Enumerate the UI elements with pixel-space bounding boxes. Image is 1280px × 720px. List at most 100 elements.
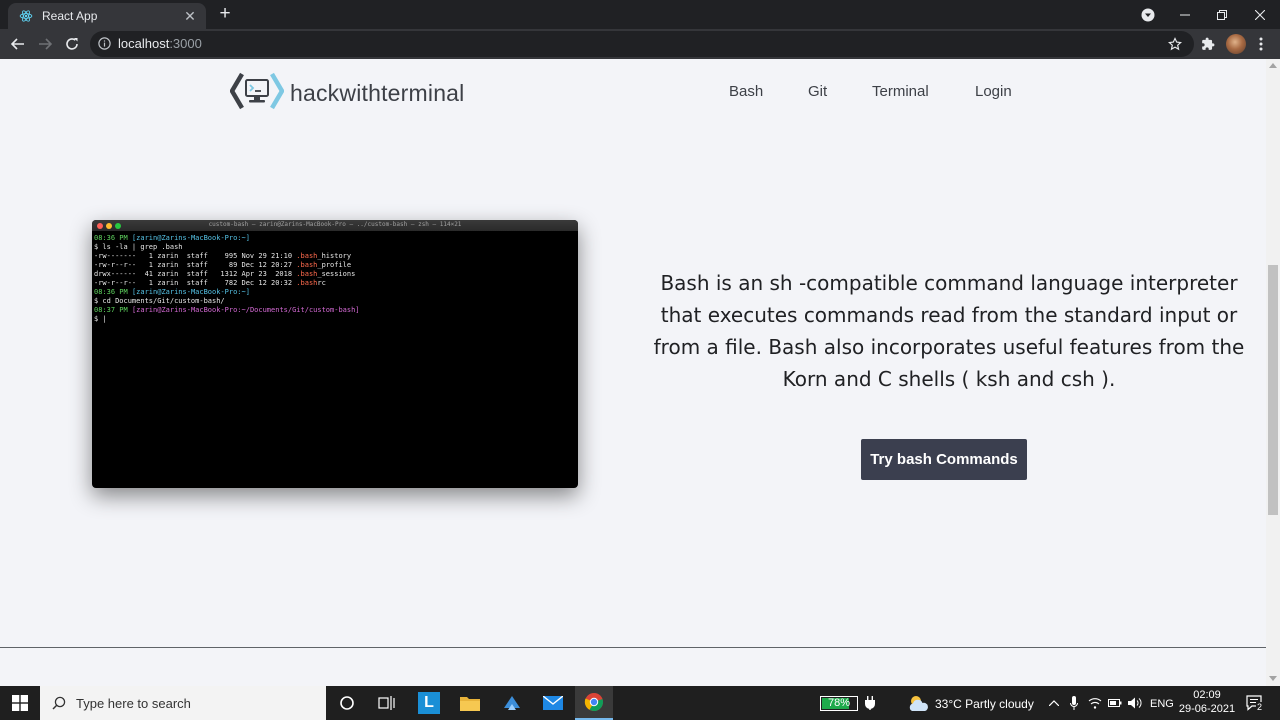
app-l-label: L [418, 692, 440, 714]
terminal-line: $ | [94, 315, 576, 324]
terminal-line: drwx------ 41 zarin staff 1312 Apr 23 20… [94, 270, 576, 279]
reload-icon[interactable] [62, 34, 82, 54]
tab-close-icon[interactable]: ✕ [182, 8, 198, 25]
browser-toolbar: localhost:3000 [0, 29, 1280, 59]
volume-icon[interactable] [1126, 686, 1144, 720]
terminal-segment: [zarin@Zarins-MacBook-Pro:~] [131, 234, 250, 242]
restore-icon[interactable] [1209, 0, 1235, 29]
terminal-segment: _sessions [317, 270, 356, 278]
nav-link-login[interactable]: Login [975, 83, 1012, 100]
search-icon [52, 696, 66, 710]
terminal-segment: _history [317, 252, 352, 260]
try-bash-commands-button[interactable]: Try bash Commands [861, 439, 1027, 480]
file-explorer-icon[interactable] [455, 686, 485, 720]
browser-profile-menu-icon[interactable] [1137, 0, 1159, 29]
site-info-icon[interactable] [98, 37, 111, 55]
mail-icon[interactable] [538, 686, 568, 720]
browser-tab[interactable]: React App ✕ [8, 3, 206, 29]
terminal-segment: [zarin@Zarins-MacBook-Pro:~] [131, 288, 250, 296]
terminal-segment: -rw------- 1 zarin staff 995 Nov 29 21:1… [94, 252, 297, 260]
terminal-line: 08:36 PM [zarin@Zarins-MacBook-Pro:~] [94, 234, 576, 243]
footer-divider [0, 647, 1266, 648]
terminal-line: 08:36 PM [zarin@Zarins-MacBook-Pro:~] [94, 288, 576, 297]
terminal-logo-icon [229, 71, 285, 116]
page-scrollbar[interactable] [1266, 59, 1280, 686]
terminal-segment: 08:36 PM [94, 234, 132, 242]
weather-text[interactable]: 33°C Partly cloudy [935, 697, 1034, 711]
nav-link-git[interactable]: Git [808, 83, 827, 100]
app-blue-icon[interactable] [497, 686, 527, 720]
app-l-icon[interactable]: L [414, 686, 444, 720]
terminal-line: 08:37 PM [zarin@Zarins-MacBook-Pro:~/Doc… [94, 306, 576, 315]
clock-date: 29-06-2021 [1178, 703, 1236, 715]
url-port: :3000 [169, 36, 202, 51]
site-logo[interactable]: hackwithterminal [229, 71, 465, 116]
battery-tray-icon[interactable] [1106, 686, 1124, 720]
terminal-output: 08:36 PM [zarin@Zarins-MacBook-Pro:~] $ l… [92, 231, 578, 327]
extensions-puzzle-icon[interactable] [1198, 34, 1218, 54]
charging-plug-icon [862, 686, 878, 720]
terminal-line: -rw-r--r-- 1 zarin staff 89 Dec 12 20:27… [94, 261, 576, 270]
terminal-segment: 08:36 PM [94, 288, 132, 296]
terminal-line: -rw-r--r-- 1 zarin staff 782 Dec 12 20:3… [94, 279, 576, 288]
page-content: hackwithterminal Bash Git Terminal Login… [0, 59, 1266, 686]
new-tab-icon[interactable]: + [214, 4, 236, 26]
microphone-icon[interactable] [1066, 686, 1082, 720]
scroll-down-arrow-icon[interactable] [1269, 676, 1277, 681]
forward-arrow-icon[interactable] [35, 34, 55, 54]
terminal-segment: .bash [296, 252, 318, 260]
battery-percent: 78% [827, 697, 851, 709]
cortana-icon[interactable] [332, 686, 362, 720]
battery-indicator[interactable]: 78% [820, 696, 858, 711]
terminal-segment: drwx------ 41 zarin staff 1312 Apr 23 20… [94, 270, 297, 278]
bash-description: Bash is an sh -compatible command langua… [653, 271, 1245, 391]
windows-start-icon[interactable] [0, 686, 40, 720]
chrome-taskbar-icon[interactable] [575, 686, 613, 720]
logo-text: hackwithterminal [290, 80, 465, 106]
taskbar-search-box[interactable]: Type here to search [40, 686, 326, 720]
back-arrow-icon[interactable] [8, 34, 28, 54]
scroll-up-arrow-icon[interactable] [1269, 63, 1277, 68]
terminal-segment: .bash [296, 279, 318, 287]
terminal-segment: $ ls -la | grep .bash [94, 243, 183, 251]
window-close-icon[interactable] [1247, 0, 1273, 29]
terminal-segment: rc [317, 279, 326, 287]
task-view-icon[interactable] [372, 686, 402, 720]
show-hidden-icons-chevron-icon[interactable] [1046, 686, 1062, 720]
profile-avatar[interactable] [1226, 34, 1246, 54]
tab-title: React App [42, 9, 98, 23]
terminal-line: $ ls -la | grep .bash [94, 243, 576, 252]
react-favicon-icon [18, 8, 34, 24]
wifi-icon[interactable] [1086, 686, 1104, 720]
terminal-segment: 08:37 PM [94, 306, 132, 314]
terminal-screenshot: custom-bash — zarin@Zarins-MacBook-Pro —… [92, 220, 578, 488]
browser-menu-icon[interactable] [1251, 34, 1271, 54]
nav-link-bash[interactable]: Bash [729, 83, 763, 100]
minimize-icon[interactable] [1172, 0, 1198, 29]
clock[interactable]: 02:09 29-06-2021 [1176, 688, 1238, 716]
search-placeholder: Type here to search [76, 695, 191, 711]
address-bar[interactable]: localhost:3000 [90, 31, 1194, 57]
bookmark-star-icon[interactable] [1165, 34, 1185, 54]
terminal-segment: .bash [296, 261, 318, 269]
url-host: localhost [118, 36, 170, 51]
terminal-segment: $ cd Documents/Git/custom-bash/ [94, 297, 225, 305]
clock-time: 02:09 [1193, 689, 1221, 701]
windows-taskbar: Type here to search L 78% 33°C Partly cl… [0, 686, 1280, 720]
terminal-line: $ cd Documents/Git/custom-bash/ [94, 297, 576, 306]
terminal-segment: -rw-r--r-- 1 zarin staff 782 Dec 12 20:3… [94, 279, 297, 287]
terminal-line: -rw------- 1 zarin staff 995 Nov 29 21:1… [94, 252, 576, 261]
notifications-icon[interactable]: 2 [1242, 686, 1268, 720]
terminal-segment: -rw-r--r-- 1 zarin staff 89 Dec 12 20:27 [94, 261, 297, 269]
terminal-segment: $ | [94, 315, 107, 323]
scrollbar-thumb[interactable] [1268, 265, 1278, 515]
url-text: localhost:3000 [118, 36, 202, 51]
input-language[interactable]: ENG [1150, 698, 1174, 710]
weather-partly-cloudy-icon[interactable] [906, 686, 930, 720]
nav-link-terminal[interactable]: Terminal [872, 83, 929, 100]
notification-count: 2 [1256, 702, 1264, 712]
terminal-title: custom-bash — zarin@Zarins-MacBook-Pro —… [208, 221, 462, 228]
terminal-segment: .bash [296, 270, 318, 278]
terminal-segment: [zarin@Zarins-MacBook-Pro:~/Documents/Gi… [131, 306, 360, 314]
browser-tab-bar: React App ✕ + [0, 0, 1280, 29]
